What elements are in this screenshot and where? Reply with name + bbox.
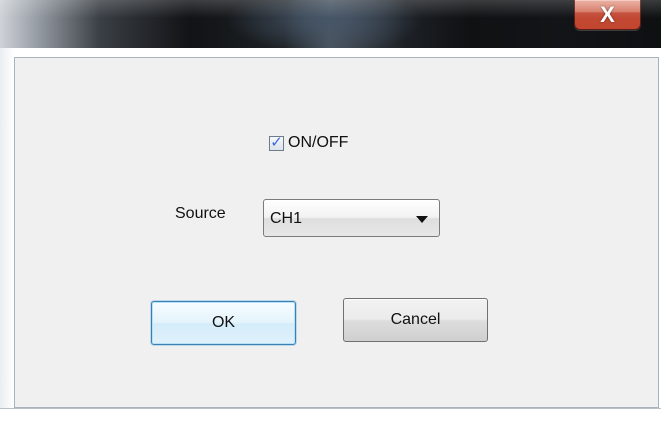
ok-button[interactable]: OK: [151, 301, 296, 345]
window-bottom-border: [0, 408, 661, 409]
on-off-label: ON/OFF: [288, 134, 349, 151]
source-dropdown[interactable]: CH1: [263, 199, 440, 237]
ok-button-label: OK: [211, 314, 236, 331]
cancel-button-label: Cancel: [390, 311, 441, 328]
close-button[interactable]: X: [574, 0, 641, 30]
source-label: Source: [175, 205, 226, 222]
close-icon: X: [600, 1, 615, 27]
on-off-checkbox[interactable]: ✓: [269, 133, 284, 151]
on-off-toggle-row[interactable]: ✓ ON/OFF: [269, 132, 348, 154]
chevron-down-icon: [416, 216, 428, 223]
checkmark-icon: ✓: [270, 133, 283, 151]
cancel-button[interactable]: Cancel: [343, 298, 488, 342]
dialog-window: X ✓ ON/OFF Source CH1 OK Cancel: [0, 0, 661, 436]
title-bar[interactable]: X: [0, 0, 661, 48]
window-left-border: [0, 48, 14, 408]
source-selected-value: CH1: [270, 210, 303, 227]
